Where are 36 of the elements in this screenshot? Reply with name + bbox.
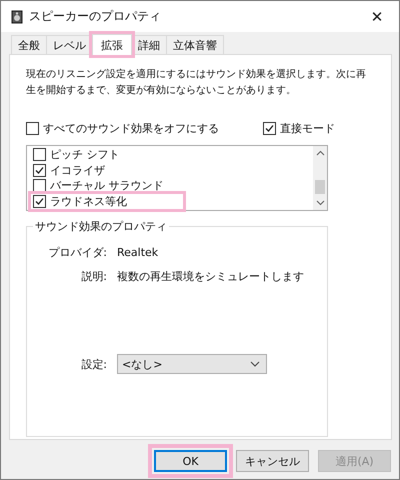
scroll-thumb[interactable] bbox=[315, 180, 325, 194]
scroll-down-icon[interactable] bbox=[316, 200, 324, 206]
checkbox-label: 直接モード bbox=[280, 121, 335, 136]
checkbox[interactable] bbox=[263, 122, 276, 135]
dialog-button[interactable]: キャンセル bbox=[236, 450, 309, 472]
effect-label: ラウドネス等化 bbox=[50, 194, 127, 209]
effect-label: イコライザ bbox=[50, 162, 105, 178]
window-title: スピーカーのプロパティ bbox=[29, 8, 162, 25]
close-button[interactable]: ✕ bbox=[355, 8, 399, 26]
list-item[interactable]: バーチャル サラウンド bbox=[31, 178, 183, 194]
effect-label: バーチャル サラウンド bbox=[50, 178, 164, 194]
field-label: 設定: bbox=[80, 356, 107, 372]
intro-text: 現在のリスニング設定を適用にするにはサウンド効果を選択します。次に再生を開始するまで、変更が有効にならないことがあります。 bbox=[26, 68, 367, 98]
field-label: 説明: bbox=[80, 268, 107, 284]
tab[interactable]: 拡張 bbox=[92, 34, 132, 55]
checkbox[interactable] bbox=[33, 164, 46, 177]
checkbox-label: すべてのサウンド効果をオフにする bbox=[43, 121, 219, 136]
setting-dropdown[interactable]: <なし> bbox=[117, 354, 267, 374]
checkbox[interactable] bbox=[33, 179, 46, 192]
group-title: サウンド効果のプロパティ bbox=[34, 219, 168, 234]
tab[interactable]: 全般 bbox=[11, 35, 47, 54]
scrollbar[interactable] bbox=[313, 146, 327, 210]
chevron-down-icon bbox=[250, 361, 260, 367]
tab[interactable]: 立体音響 bbox=[166, 35, 224, 54]
field-value: Realtek bbox=[117, 246, 158, 258]
highlighted-list-item[interactable]: ラウドネス等化 bbox=[31, 194, 183, 209]
field-value: 複数の再生環境をシミュレートします bbox=[117, 268, 304, 284]
field-label: プロバイダ: bbox=[47, 244, 107, 260]
scroll-up-icon[interactable] bbox=[316, 150, 324, 156]
list-item[interactable]: イコライザ bbox=[31, 162, 183, 178]
speaker-icon bbox=[11, 10, 23, 24]
checkbox[interactable] bbox=[33, 148, 46, 162]
checkbox[interactable] bbox=[26, 122, 39, 135]
list-item[interactable]: ピッチ シフト bbox=[31, 147, 183, 162]
effect-label: ピッチ シフト bbox=[50, 147, 120, 162]
checkbox[interactable] bbox=[33, 194, 46, 208]
